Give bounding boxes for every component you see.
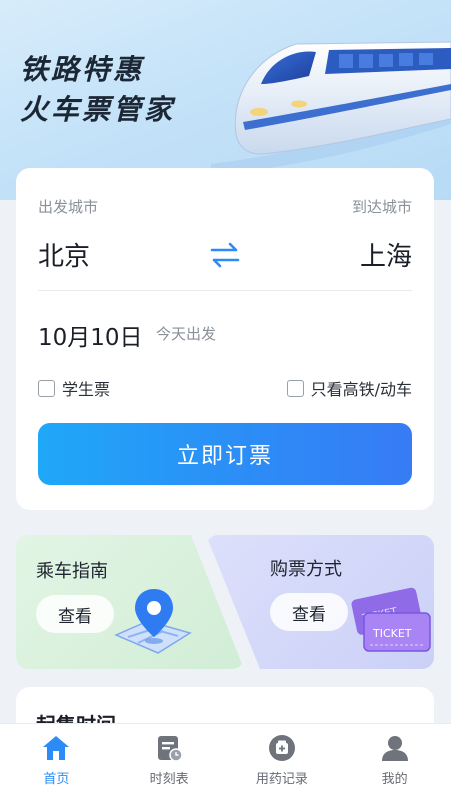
purchase-method-title: 购票方式 bbox=[270, 559, 342, 580]
ticket-text-front: TICKET bbox=[372, 627, 412, 640]
booking-card: 出发城市 到达城市 北京 上海 10月10日 今天出发 学生票 只看高铁/动车 … bbox=[16, 168, 434, 510]
high-speed-only-label: 只看高铁/动车 bbox=[310, 380, 412, 399]
tab-timetable-label: 时刻表 bbox=[149, 772, 189, 787]
to-city[interactable]: 上海 bbox=[360, 236, 412, 273]
feature-tiles: 乘车指南 查看 购票方式 查看 TICKET TICKET bbox=[16, 535, 434, 670]
swap-arrows-icon[interactable] bbox=[208, 240, 242, 270]
travel-guide-title: 乘车指南 bbox=[36, 561, 108, 582]
tab-medicine-record-label: 用药记录 bbox=[255, 772, 308, 787]
tab-home[interactable]: 首页 bbox=[0, 724, 113, 801]
student-ticket-checkbox[interactable]: 学生票 bbox=[38, 376, 110, 400]
tab-medicine-record[interactable]: 用药记录 bbox=[226, 724, 339, 801]
book-now-button[interactable]: 立即订票 bbox=[38, 423, 412, 485]
purchase-method-view-button[interactable]: 查看 bbox=[270, 593, 348, 631]
travel-guide-view-button[interactable]: 查看 bbox=[36, 595, 114, 633]
checkbox-box[interactable] bbox=[38, 379, 55, 397]
to-city-label: 到达城市 bbox=[351, 198, 412, 216]
train-illustration bbox=[211, 41, 451, 174]
tab-timetable[interactable]: 时刻表 bbox=[113, 724, 226, 801]
hero-title-line1: 铁路特惠 bbox=[20, 53, 145, 86]
hero-title-line2: 火车票管家 bbox=[20, 93, 176, 126]
medicine-record-icon bbox=[268, 735, 295, 761]
departure-date[interactable]: 10月10日 bbox=[38, 318, 143, 352]
student-ticket-label: 学生票 bbox=[62, 380, 111, 399]
map-pin-icon bbox=[114, 589, 192, 654]
timetable-icon bbox=[158, 736, 183, 762]
tab-profile-label: 我的 bbox=[381, 772, 408, 787]
tab-bar: 首页 时刻表 用药记录 我的 bbox=[0, 723, 451, 801]
home-icon bbox=[43, 736, 70, 760]
profile-icon bbox=[381, 736, 408, 761]
ticket-icon: TICKET TICKET bbox=[351, 587, 431, 652]
checkbox-box[interactable] bbox=[286, 379, 304, 397]
purchase-method-tile[interactable]: 购票方式 查看 TICKET TICKET bbox=[206, 535, 434, 669]
hero-title: 铁路特惠 火车票管家 bbox=[20, 50, 175, 130]
divider bbox=[38, 290, 412, 291]
high-speed-only-checkbox[interactable]: 只看高铁/动车 bbox=[286, 376, 412, 400]
travel-guide-tile[interactable]: 乘车指南 查看 bbox=[16, 535, 244, 669]
from-city-label: 出发城市 bbox=[38, 198, 99, 216]
tab-profile[interactable]: 我的 bbox=[338, 724, 451, 801]
departure-date-note: 今天出发 bbox=[156, 325, 217, 343]
tab-home-label: 首页 bbox=[43, 772, 70, 787]
from-city[interactable]: 北京 bbox=[38, 236, 90, 273]
